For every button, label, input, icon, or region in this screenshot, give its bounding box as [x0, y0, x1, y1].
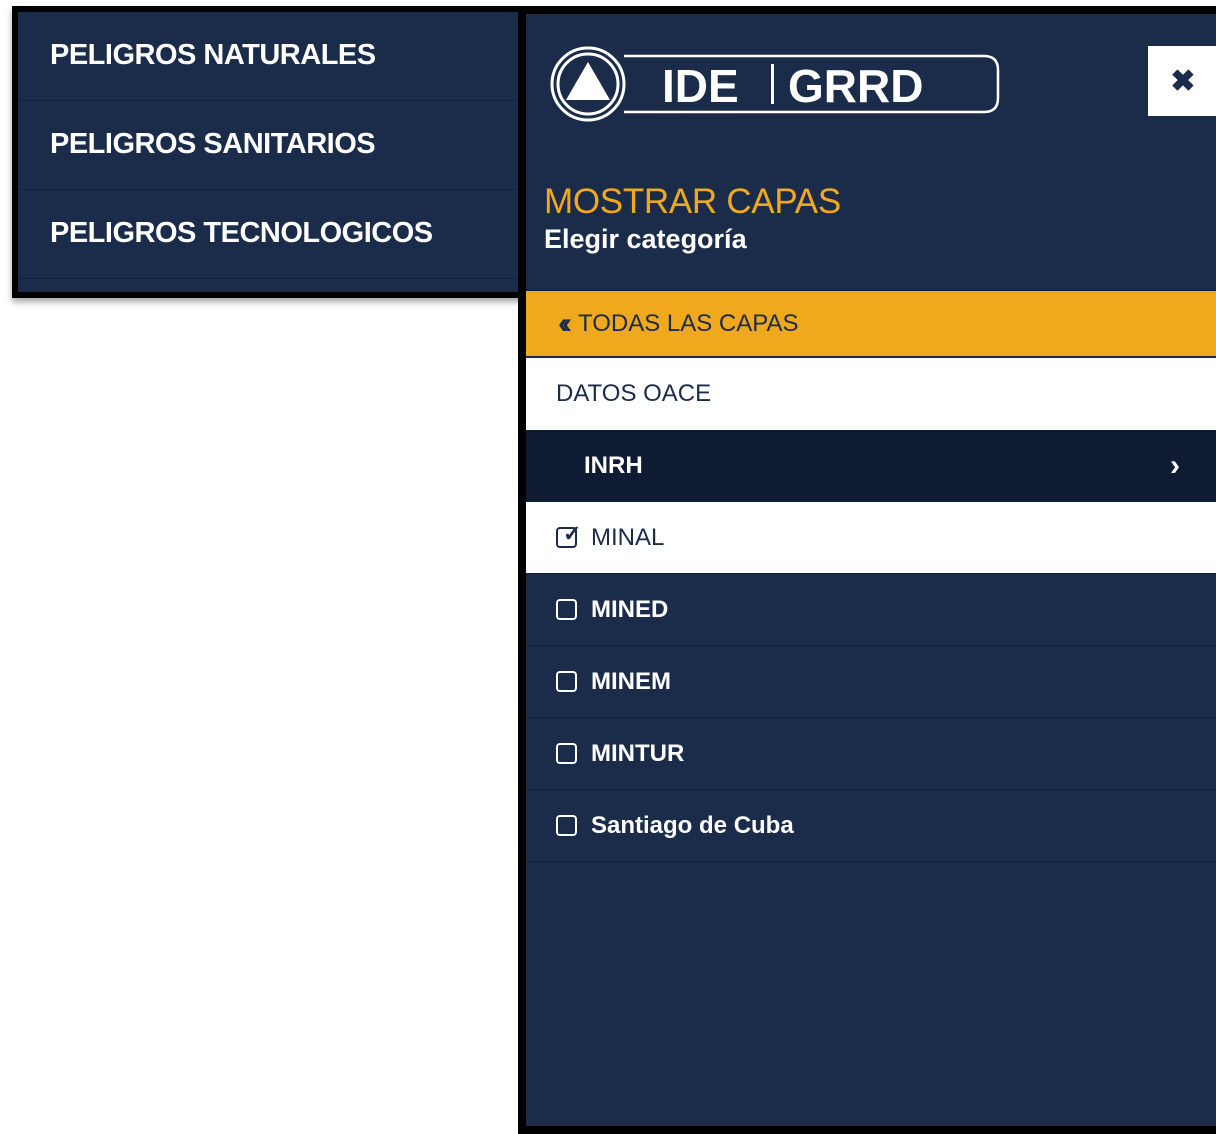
close-icon: ✖ [1170, 64, 1196, 98]
close-button[interactable]: ✖ [1148, 46, 1216, 116]
checkbox-checked-icon[interactable]: ✓ [556, 523, 581, 548]
panel-subtitle: Elegir categoría [544, 224, 747, 254]
logo-text-grrd: GRRD [788, 60, 923, 112]
category-datos-oace[interactable]: DATOS OACE [526, 358, 1216, 430]
checkbox-icon[interactable] [556, 743, 577, 764]
logo-text-ide: IDE [662, 60, 739, 112]
ide-grrd-logo: IDE GRRD [550, 46, 1000, 122]
layer-row-mined[interactable]: MINED [526, 574, 1216, 646]
double-chevron-left-icon: ‹‹ [558, 306, 572, 340]
layers-panel: IDE GRRD ✖ MOSTRAR CAPAS Elegir categorí… [518, 6, 1216, 1134]
layer-row-minem[interactable]: MINEM [526, 646, 1216, 718]
all-layers-label: TODAS LAS CAPAS [577, 309, 799, 337]
subcategory-label: INRH [584, 452, 643, 479]
checkbox-icon[interactable] [556, 671, 577, 692]
menu-item-peligros-tecnologicos[interactable]: PELIGROS TECNOLOGICOS [18, 190, 526, 279]
layer-label: MINED [591, 595, 669, 623]
hazard-menu: PELIGROS NATURALES PELIGROS SANITARIOS P… [12, 6, 526, 298]
subcategory-inrh[interactable]: INRH › [526, 430, 1216, 502]
layer-label: MINEM [591, 667, 671, 695]
all-layers-back-button[interactable]: ‹‹ TODAS LAS CAPAS [526, 289, 1216, 356]
layer-label: MINAL [591, 523, 665, 551]
menu-item-peligros-naturales[interactable]: PELIGROS NATURALES [18, 12, 526, 101]
category-label: DATOS OACE [556, 380, 712, 407]
chevron-right-icon: › [1170, 449, 1180, 482]
menu-item-peligros-sanitarios[interactable]: PELIGROS SANITARIOS [18, 101, 526, 190]
checkbox-icon[interactable] [556, 815, 577, 836]
checkbox-icon[interactable] [556, 599, 577, 620]
layer-row-mintur[interactable]: MINTUR [526, 718, 1216, 790]
layer-row-minal[interactable]: ✓ MINAL [526, 502, 1216, 574]
layer-label: MINTUR [591, 739, 685, 767]
panel-title: MOSTRAR CAPAS [544, 182, 841, 221]
layer-row-santiago-de-cuba[interactable]: Santiago de Cuba [526, 790, 1216, 862]
layer-label: Santiago de Cuba [591, 811, 794, 839]
